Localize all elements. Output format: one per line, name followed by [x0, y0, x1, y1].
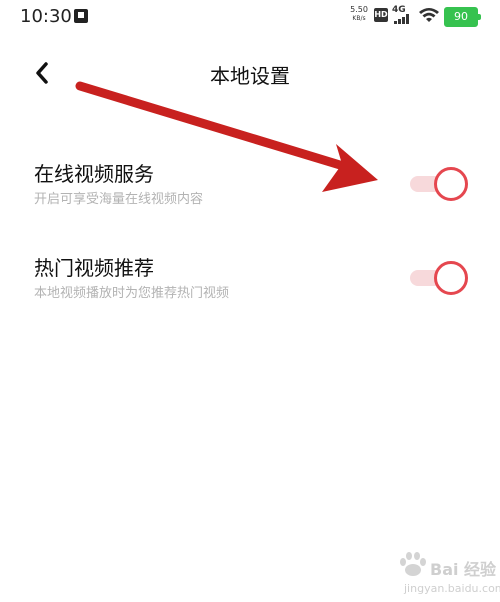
- setting-label: 热门视频推荐: [34, 256, 154, 280]
- toggle-knob: [434, 261, 468, 295]
- status-bar: 10:30 5.50 KB/s HD 4G 90: [0, 0, 500, 32]
- online-video-toggle[interactable]: [410, 166, 468, 201]
- setting-label: 在线视频服务: [34, 162, 154, 186]
- setting-row-online-video: 在线视频服务 开启可享受海量在线视频内容: [0, 158, 500, 228]
- setting-description: 本地视频播放时为您推荐热门视频: [34, 286, 230, 301]
- watermark-text: Bai 经验: [430, 560, 497, 579]
- battery-level: 90: [454, 10, 468, 23]
- network-speed-value: 5.50: [350, 5, 368, 14]
- battery-icon: 90: [444, 7, 481, 27]
- setting-row-hot-video: 热门视频推荐 本地视频播放时为您推荐热门视频: [0, 252, 500, 322]
- hd-icon: HD: [374, 8, 388, 22]
- hot-video-toggle[interactable]: [410, 260, 468, 295]
- network-speed-unit: KB/s: [352, 15, 366, 22]
- wifi-icon: [419, 8, 439, 22]
- paw-icon: [400, 552, 426, 576]
- toggle-knob: [434, 167, 468, 201]
- notification-icon: [74, 9, 88, 23]
- watermark: Bai 经验 jingyan.baidu.com: [390, 548, 500, 602]
- network-speed: 5.50 KB/s: [348, 5, 370, 23]
- page-title: 本地设置: [210, 64, 290, 88]
- setting-description: 开启可享受海量在线视频内容: [34, 192, 204, 207]
- status-time: 10:30: [20, 6, 72, 27]
- watermark-url: jingyan.baidu.com: [404, 582, 500, 595]
- signal-icon: [394, 14, 414, 24]
- page-header: 本地设置: [0, 52, 500, 96]
